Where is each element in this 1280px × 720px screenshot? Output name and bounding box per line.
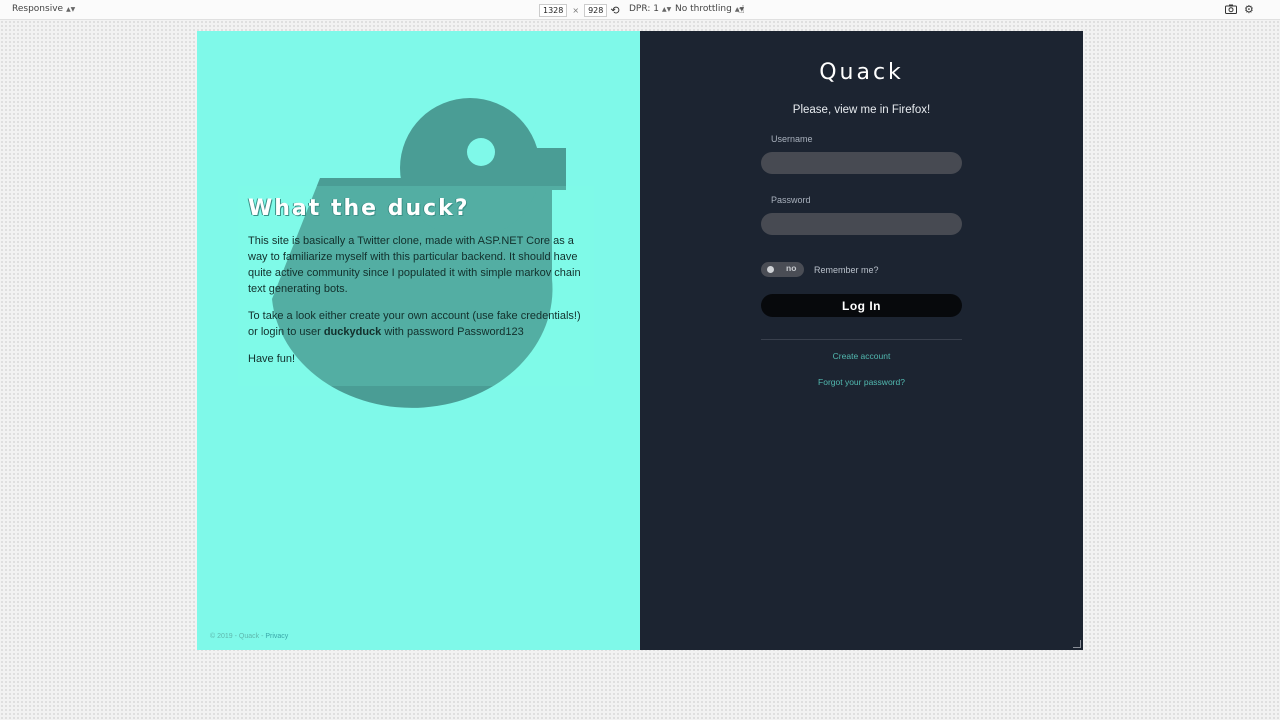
brand-logo[interactable]: Quack <box>640 60 1083 85</box>
intro-pane: What the duck? This site is basically a … <box>197 31 640 650</box>
demo-username: duckyduck <box>323 326 382 338</box>
resize-handle-icon[interactable] <box>1073 640 1081 648</box>
dpr-caret-icon: ▲▼ <box>661 5 672 13</box>
privacy-link[interactable]: Privacy <box>265 633 288 640</box>
intro-paragraph-2: To take a look either create your own ac… <box>248 308 584 340</box>
screenshot-icon[interactable] <box>1225 4 1237 14</box>
remember-me-toggle[interactable]: no <box>761 262 804 277</box>
forgot-password-link[interactable]: Forgot your password? <box>640 377 1083 387</box>
intro-paragraph-2-suffix: with password Password123 <box>381 326 524 338</box>
dpr-label: DPR: 1 <box>629 4 659 14</box>
intro-paragraph-3: Have fun! <box>248 353 296 365</box>
height-input[interactable]: 928 <box>584 4 608 17</box>
device-label: Responsive <box>12 4 64 14</box>
device-caret-icon: ▲▼ <box>66 5 76 13</box>
login-button[interactable]: Log In <box>761 294 962 317</box>
throttling-selector[interactable]: No throttling ▲▼ <box>675 4 744 14</box>
toggle-knob <box>767 266 774 273</box>
touch-icon[interactable]: ☝ <box>738 4 745 16</box>
page-viewport: What the duck? This site is basically a … <box>197 31 1083 650</box>
throttling-label: No throttling <box>675 4 732 14</box>
device-selector[interactable]: Responsive ▲▼ <box>12 4 75 14</box>
username-input[interactable] <box>761 152 962 174</box>
create-account-link[interactable]: Create account <box>640 351 1083 361</box>
remember-me-label[interactable]: Remember me? <box>814 265 879 275</box>
login-pane: Quack Please, view me in Firefox! Userna… <box>640 31 1083 650</box>
password-label: Password <box>771 195 811 205</box>
width-input[interactable]: 1328 <box>539 4 568 17</box>
intro-title: What the duck? <box>248 196 470 221</box>
footer-copyright: © 2019 - Quack - <box>210 633 266 640</box>
rotate-icon[interactable]: ⟲ <box>610 4 619 17</box>
intro-paragraph-1: This site is basically a Twitter clone, … <box>248 235 581 295</box>
divider <box>761 339 962 340</box>
dimensions-group: 1328 × 928 ⟲ <box>539 4 620 17</box>
dpr-selector[interactable]: DPR: 1 ▲▼ <box>629 4 671 14</box>
username-label: Username <box>771 134 813 144</box>
password-input[interactable] <box>761 213 962 235</box>
intro-card: What the duck? This site is basically a … <box>238 186 594 386</box>
settings-gear-icon[interactable]: ⚙ <box>1244 4 1254 16</box>
toggle-state-text: no <box>786 263 797 273</box>
firefox-notice: Please, view me in Firefox! <box>792 104 931 116</box>
dimension-separator: × <box>572 6 580 15</box>
footer: © 2019 - Quack - Privacy <box>210 633 288 640</box>
responsive-toolbar: Responsive ▲▼ 1328 × 928 ⟲ DPR: 1 ▲▼ No … <box>0 0 1280 20</box>
